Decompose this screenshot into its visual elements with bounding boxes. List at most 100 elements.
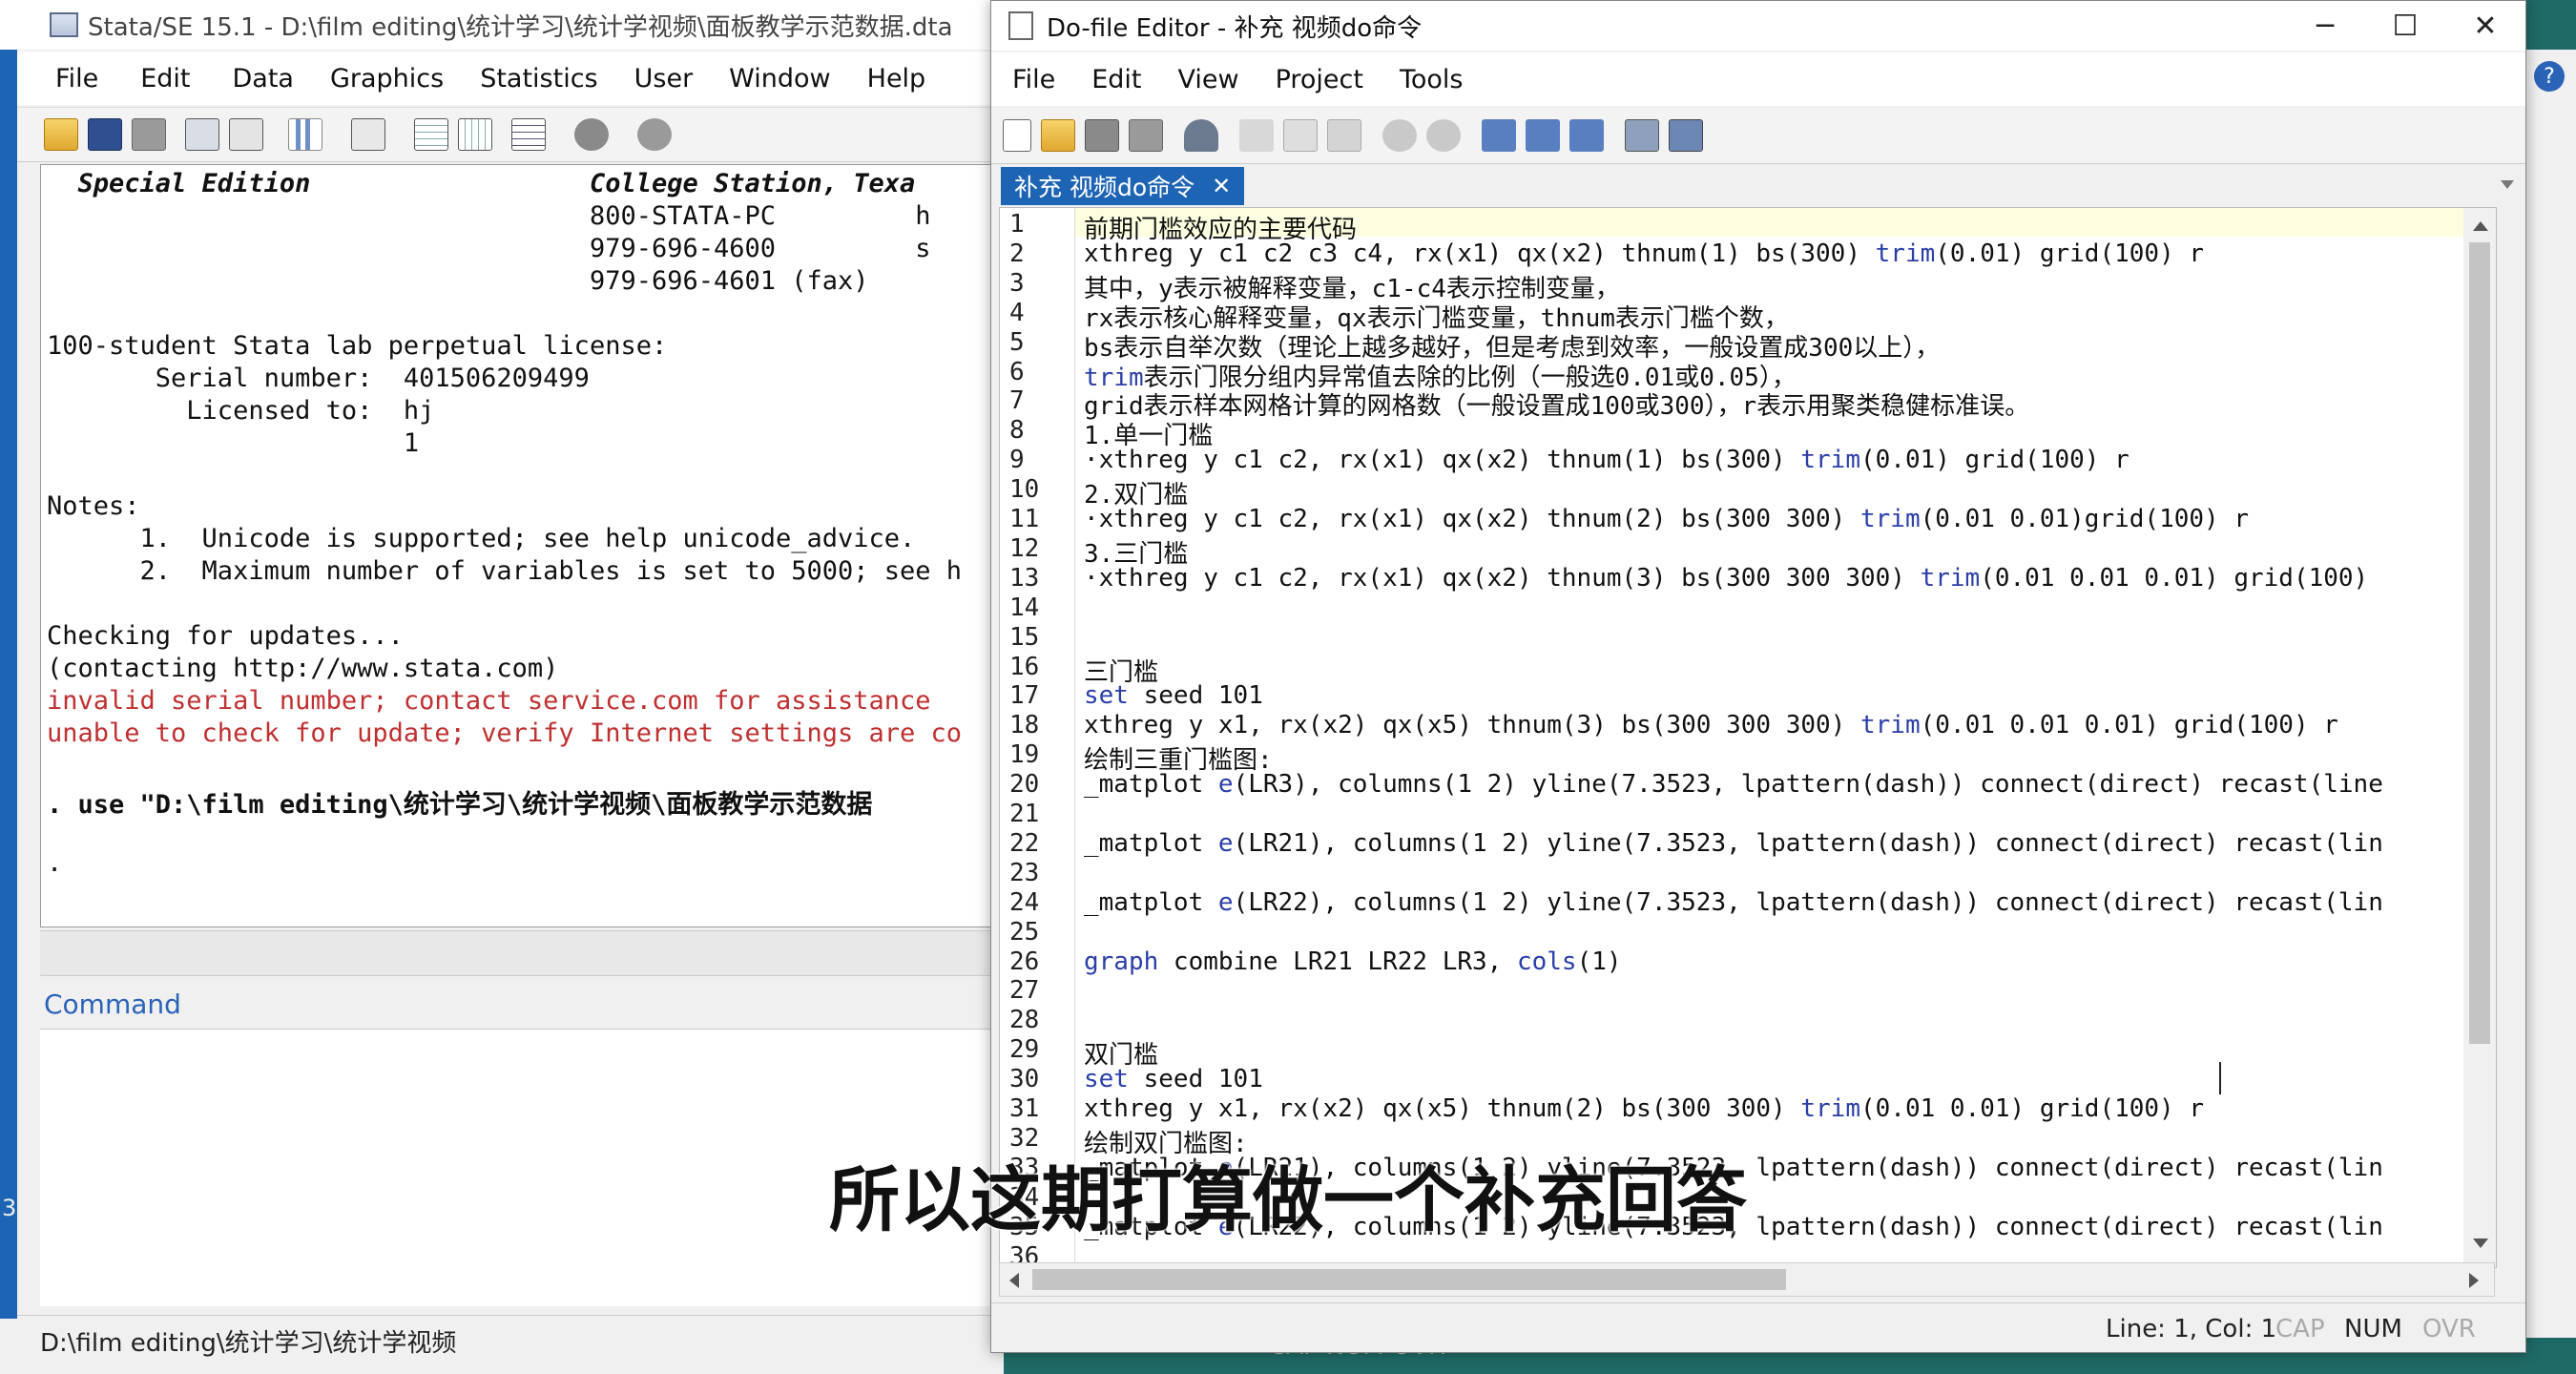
- editor-window-title: Do-file Editor - 补充 视频do命令: [1047, 13, 1423, 43]
- line-number: 18: [1009, 711, 1040, 740]
- print-icon[interactable]: [1129, 119, 1163, 152]
- code-line: ·xthreg y c1 c2, rx(x1) qx(x2) thnum(1) …: [1084, 446, 2129, 475]
- scroll-right-arrow-icon[interactable]: [2469, 1273, 2479, 1288]
- open-icon[interactable]: [1041, 119, 1075, 152]
- video-subtitle: 所以这期打算做一个补充回答: [829, 1159, 1747, 1241]
- editor-app-icon: [1008, 11, 1033, 40]
- menu-graphics[interactable]: Graphics: [330, 64, 444, 94]
- stata-title-bar: Stata/SE 15.1 - D:\film editing\统计学习\统计学…: [0, 0, 1004, 50]
- line-number: 7: [1009, 386, 1025, 416]
- menu-data[interactable]: Data: [232, 64, 293, 94]
- results-pane[interactable]: Special Edition College Station, Texa 80…: [40, 164, 994, 927]
- menu-user[interactable]: User: [634, 64, 694, 94]
- viewer-icon[interactable]: [229, 118, 263, 151]
- undo-icon[interactable]: [1382, 119, 1417, 152]
- editor-menu-tools[interactable]: Tools: [1400, 65, 1464, 94]
- results-line: Licensed to: hj: [47, 396, 435, 426]
- data-browser-icon[interactable]: [458, 118, 492, 151]
- stata-menu-bar: File Edit Data Graphics Statistics User …: [0, 52, 1004, 105]
- menu-edit[interactable]: Edit: [140, 64, 190, 94]
- dofile-editor-icon[interactable]: [351, 118, 385, 151]
- line-number: 11: [1009, 505, 1040, 533]
- shift-down-icon[interactable]: [1569, 119, 1604, 152]
- paste-icon[interactable]: [1327, 119, 1361, 152]
- menu-statistics[interactable]: Statistics: [480, 64, 597, 94]
- save-icon[interactable]: [88, 118, 122, 151]
- stata-app-icon: [50, 12, 78, 37]
- editor-menu-project[interactable]: Project: [1276, 65, 1363, 94]
- menu-help[interactable]: Help: [867, 64, 926, 94]
- results-line: 100-student Stata lab perpetual license:: [47, 331, 668, 361]
- line-number: 31: [1009, 1094, 1040, 1123]
- line-number: 30: [1009, 1065, 1040, 1094]
- copy-icon[interactable]: [1283, 119, 1318, 152]
- status-path: D:\film editing\统计学习\统计学视频: [40, 1329, 457, 1358]
- graph-icon[interactable]: [288, 118, 322, 151]
- code-line: set seed 101: [1084, 681, 1263, 711]
- results-line: 1: [47, 428, 420, 458]
- line-number: 25: [1009, 917, 1040, 947]
- data-editor-icon[interactable]: [414, 118, 448, 151]
- editor-title-bar: Do-file Editor - 补充 视频do命令 ─ ☐ ✕: [991, 1, 2525, 51]
- execute-icon[interactable]: [1669, 119, 1703, 152]
- results-line-error: unable to check for update; verify Inter…: [47, 718, 963, 748]
- tab-close-icon[interactable]: ✕: [1212, 173, 1231, 199]
- results-line: 979-696-4600 s: [47, 234, 931, 263]
- break-icon[interactable]: [637, 118, 672, 151]
- editor-tab-row: 补充 视频do命令 ✕: [991, 165, 2525, 207]
- more-icon[interactable]: [574, 118, 609, 151]
- vertical-scroll-thumb[interactable]: [2469, 242, 2490, 1044]
- menu-file[interactable]: File: [55, 64, 98, 94]
- find-icon[interactable]: [1184, 119, 1218, 152]
- code-editor[interactable]: 1 前期门槛效应的主要代码 2 xthreg y c1 c2 c3 c4, rx(x1…: [999, 207, 2497, 1268]
- line-number: 26: [1009, 947, 1040, 976]
- results-splitter[interactable]: [40, 930, 1004, 976]
- close-button[interactable]: ✕: [2445, 2, 2525, 50]
- editor-menu-file[interactable]: File: [1012, 65, 1055, 94]
- results-line: Special Edition College Station, Texa: [47, 169, 916, 198]
- code-line: graph combine LR21 LR22 LR3, cols(1): [1084, 947, 1622, 976]
- editor-menu-edit[interactable]: Edit: [1091, 65, 1141, 94]
- editor-tab-active[interactable]: 补充 视频do命令 ✕: [1001, 167, 1245, 205]
- menu-window[interactable]: Window: [729, 64, 830, 94]
- line-number: 20: [1009, 770, 1040, 800]
- horizontal-scroll-thumb[interactable]: [1032, 1269, 1786, 1290]
- code-line: _matplot e(LR22), columns(1 2) yline(7.3…: [1084, 887, 2383, 917]
- line-number: 8: [1009, 416, 1025, 446]
- results-line: 2. Maximum number of variables is set to…: [47, 556, 963, 586]
- results-line: . use "D:\film editing\统计学习\统计学视频\面板教学示范…: [47, 790, 873, 820]
- code-line: grid表示样本网格计算的网格数（一般设置成100或300），r表示用聚类稳健标…: [1084, 392, 2030, 422]
- results-line: Serial number: 401506209499: [47, 364, 590, 393]
- line-number: 9: [1009, 446, 1025, 475]
- results-line: .: [47, 848, 63, 878]
- vertical-scrollbar[interactable]: [2463, 208, 2496, 1267]
- line-number: 5: [1009, 327, 1025, 357]
- scroll-left-arrow-icon[interactable]: [1009, 1273, 1019, 1288]
- open-icon[interactable]: [44, 118, 78, 151]
- stata-toolbar: [0, 107, 1004, 162]
- results-line: Notes:: [47, 491, 140, 521]
- log-icon[interactable]: [185, 118, 219, 151]
- editor-menu-view[interactable]: View: [1177, 65, 1238, 94]
- redo-icon[interactable]: [1426, 119, 1461, 152]
- results-line: (contacting http://www.stata.com): [47, 654, 559, 683]
- line-number: 4: [1009, 298, 1025, 327]
- code-line: xthreg y c1 c2 c3 c4, rx(x1) qx(x2) thnu…: [1084, 239, 2205, 268]
- shift-left-icon[interactable]: [1482, 119, 1516, 152]
- help-icon[interactable]: ?: [2534, 61, 2565, 92]
- shift-up-icon[interactable]: [1526, 119, 1560, 152]
- left-edge-strip: 3: [0, 50, 17, 1319]
- horizontal-scrollbar[interactable]: [999, 1262, 2495, 1297]
- variables-manager-icon[interactable]: [511, 118, 546, 151]
- new-file-icon[interactable]: [1003, 119, 1031, 152]
- scroll-up-arrow-icon[interactable]: [2473, 221, 2488, 231]
- print-icon[interactable]: [132, 118, 166, 151]
- line-number: 12: [1009, 533, 1040, 563]
- tab-dropdown-icon[interactable]: [2501, 180, 2514, 189]
- minimize-button[interactable]: ─: [2285, 2, 2365, 50]
- line-number: 29: [1009, 1035, 1040, 1065]
- save-icon[interactable]: [1085, 119, 1119, 152]
- show-whitespace-icon[interactable]: [1625, 119, 1659, 152]
- cut-icon[interactable]: [1239, 119, 1274, 152]
- maximize-button[interactable]: ☐: [2365, 2, 2445, 50]
